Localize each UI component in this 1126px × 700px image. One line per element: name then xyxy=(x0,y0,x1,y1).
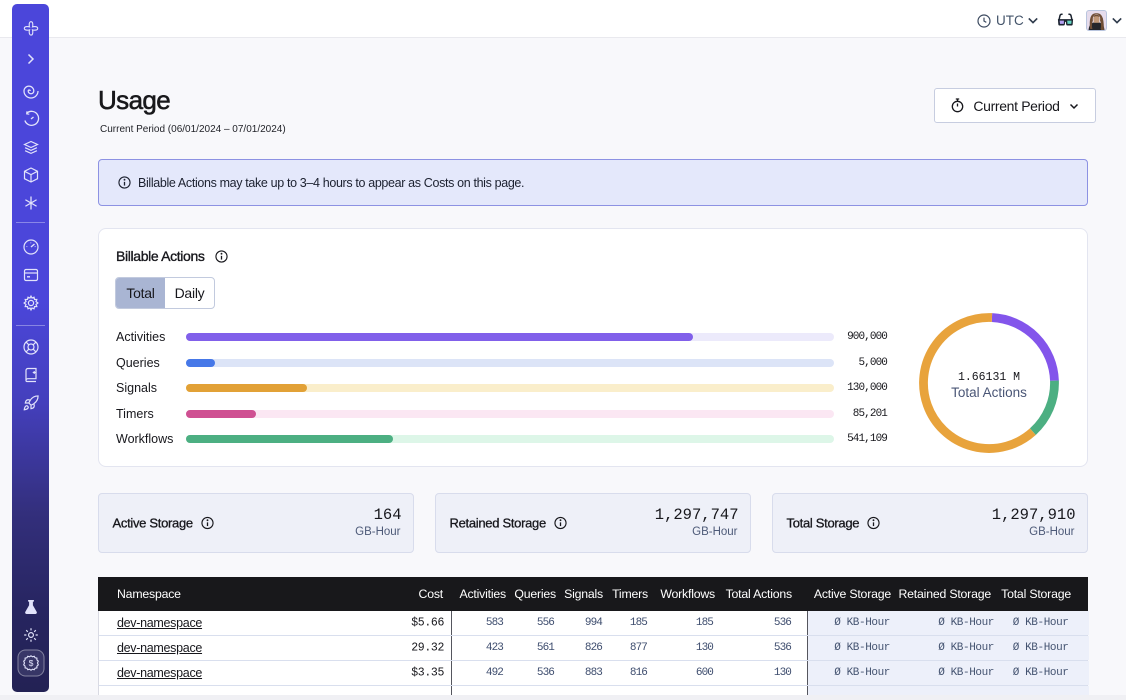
svg-text:$: $ xyxy=(28,658,33,668)
